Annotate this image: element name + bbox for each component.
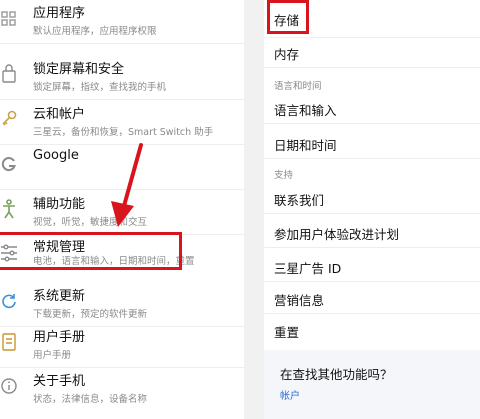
divider [264, 123, 480, 124]
divider [264, 313, 480, 314]
memory-item[interactable]: 内存 [274, 44, 299, 63]
divider [264, 158, 480, 159]
section-header: 语言和时间 [274, 81, 322, 92]
divider [264, 247, 480, 248]
marketing-info-item[interactable]: 营销信息 [274, 290, 324, 309]
settings-main-list: 应用程序 默认应用程序，应用程序权限 锁定屏幕和安全 锁定屏幕，指纹，查找我的手… [0, 0, 244, 419]
search-prompt: 在查找其他功能吗？ [280, 367, 393, 382]
divider [264, 281, 480, 282]
accounts-link[interactable]: 帐户 [280, 387, 300, 402]
split-divider [244, 0, 264, 419]
highlight-box [267, 0, 309, 34]
language-input-item[interactable]: 语言和输入 [274, 100, 337, 119]
pointer-arrow [111, 143, 143, 227]
general-management-list: 存储 内存 语言和时间 语言和输入 日期和时间 支持 联系我们 参加用户体验改进… [264, 0, 480, 419]
date-time-item[interactable]: 日期和时间 [274, 135, 337, 154]
samsung-ad-id-item[interactable]: 三星广告 ID [274, 258, 341, 277]
divider [264, 213, 480, 214]
divider [264, 67, 480, 68]
divider [264, 37, 480, 38]
search-suggestion-card: 在查找其他功能吗？ 帐户 [264, 350, 480, 419]
ux-program-item[interactable]: 参加用户体验改进计划 [274, 224, 399, 243]
reset-item[interactable]: 重置 [274, 322, 299, 341]
section-header: 支持 [274, 170, 294, 181]
contact-us-item[interactable]: 联系我们 [274, 190, 324, 209]
